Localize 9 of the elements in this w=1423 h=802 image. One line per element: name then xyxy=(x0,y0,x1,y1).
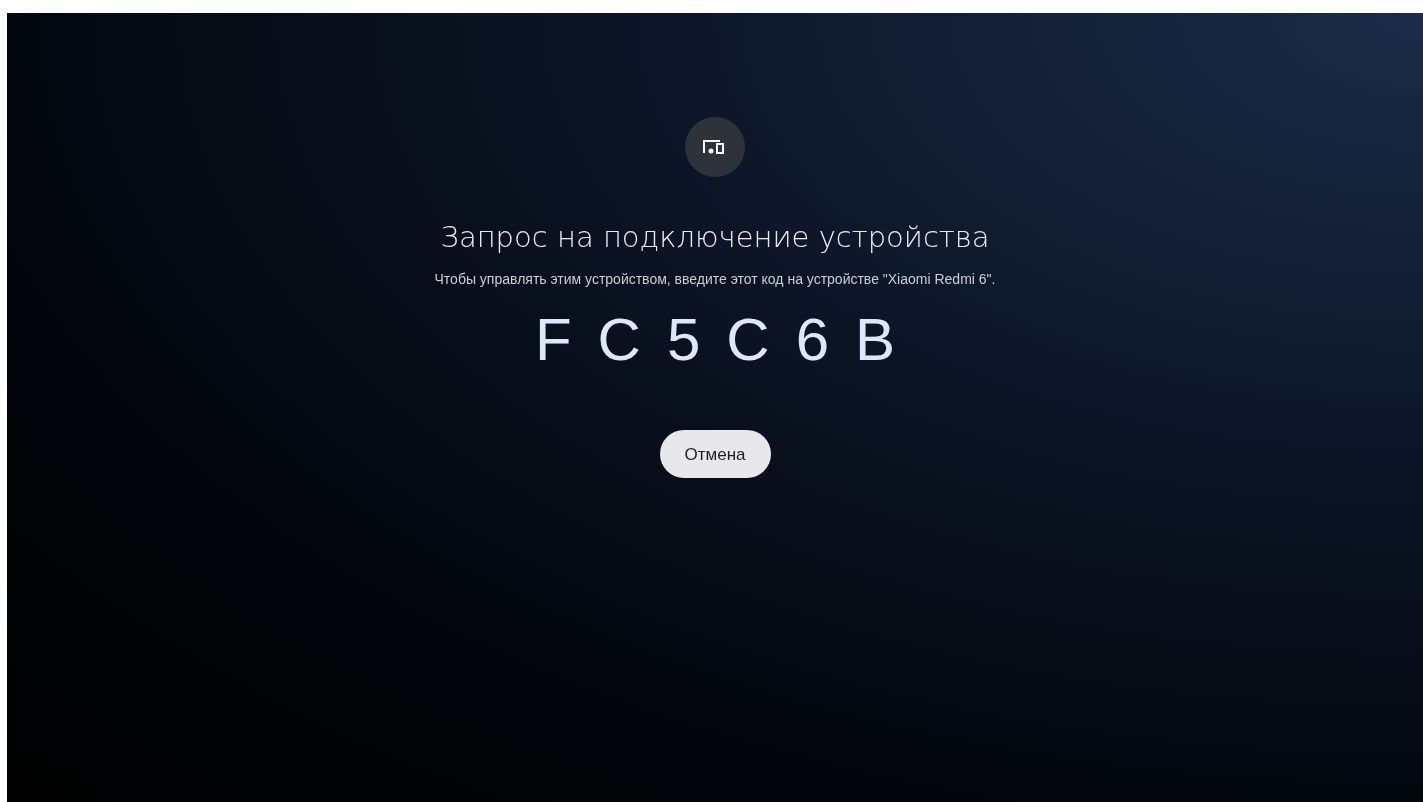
dialog-message: Чтобы управлять этим устройством, введите этот код на устройстве "Xiaomi Redmi 6". xyxy=(434,270,996,290)
dialog-title: Запрос на подключение устройства xyxy=(440,219,990,256)
pairing-code-character: F xyxy=(534,310,572,371)
pairing-code-character: 5 xyxy=(666,310,701,371)
pairing-code-character: B xyxy=(855,310,896,371)
pairing-code-character: C xyxy=(597,310,641,371)
pairing-code-character: 6 xyxy=(795,310,830,371)
pairing-code-character: C xyxy=(726,310,770,371)
cancel-button[interactable]: Отмена xyxy=(659,430,771,479)
